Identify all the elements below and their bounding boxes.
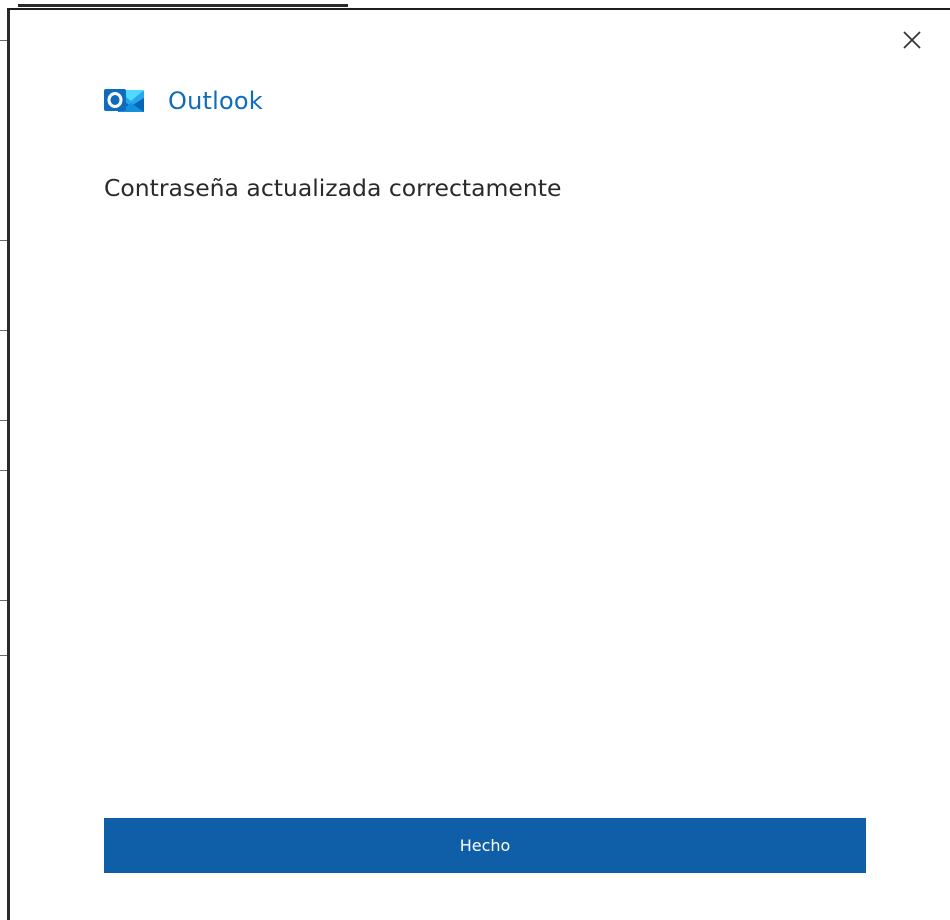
background-tick	[0, 600, 7, 601]
background-window-edge	[18, 4, 348, 7]
background-tick	[0, 420, 7, 421]
dialog-left-border	[7, 10, 10, 920]
done-button[interactable]: Hecho	[104, 818, 866, 873]
background-tick	[0, 40, 7, 41]
background-tick	[0, 240, 7, 241]
background-tick	[0, 470, 7, 471]
dialog-top-border	[7, 8, 950, 10]
outlook-logo-icon	[104, 89, 144, 112]
background-window-left	[0, 0, 7, 920]
background-tick	[0, 330, 7, 331]
app-name: Outlook	[168, 87, 263, 115]
status-message: Contraseña actualizada correctamente	[104, 174, 562, 202]
background-tick	[0, 655, 7, 656]
close-button[interactable]	[898, 26, 926, 54]
close-icon	[903, 31, 921, 49]
dialog-window: Outlook Contraseña actualizada correctam…	[0, 0, 950, 920]
app-brand: Outlook	[104, 86, 263, 116]
background-window-strip	[0, 0, 950, 8]
